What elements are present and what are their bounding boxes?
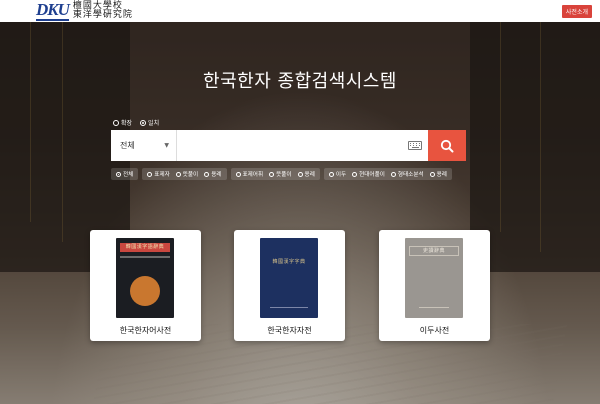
filter-label: 표제자 (154, 172, 170, 178)
search-icon (440, 139, 454, 152)
search-type-exact[interactable]: 일치 (140, 118, 159, 127)
dictionary-card-hanja-char[interactable]: 韓國漢字字典 한국한자자전 (234, 230, 345, 341)
filter-option[interactable]: 전체 (116, 170, 133, 178)
filter-option[interactable]: 용례 (429, 170, 447, 178)
search-input[interactable] (177, 130, 402, 161)
cover-seal-graphic (130, 276, 160, 306)
dictionary-card-label: 한국한자자전 (267, 326, 312, 335)
dku-logo-mark: DKU (36, 0, 70, 21)
radio-icon (204, 171, 210, 177)
radio-icon (113, 119, 119, 126)
filter-label: 표제어휘 (242, 172, 264, 178)
filter-label: 뜻풀이 (276, 172, 292, 178)
radio-icon (147, 171, 153, 177)
institute-logo[interactable]: DKU 檀國大學校 東洋學硏究院 (36, 1, 133, 21)
filter-label: 전체 (123, 172, 134, 178)
radio-selected-icon (116, 171, 121, 177)
filter-label: 형태소분석 (397, 172, 424, 178)
filter-option[interactable]: 표제어휘 (235, 170, 264, 178)
filter-option[interactable]: 뜻풀이 (175, 170, 199, 178)
dictionary-card-hanja-word[interactable]: 韓國漢字語辭典 한국한자어사전 (90, 230, 201, 341)
filter-option[interactable]: 표제자 (147, 170, 170, 178)
book-cover-image: 吏讀辭典 (405, 238, 463, 318)
page-title: 한국한자 종합검색시스템 (203, 71, 397, 92)
filter-label: 용례 (211, 172, 222, 178)
search-type-expand[interactable]: 확장 (113, 118, 132, 127)
dictionary-card-label: 이두사전 (419, 326, 450, 335)
dictionary-intro-button[interactable]: 사전소개 (561, 4, 592, 18)
filter-option[interactable]: 용례 (297, 170, 315, 178)
filter-option[interactable]: 뜻풀이 (269, 170, 292, 178)
filter-label: 이두 (335, 172, 347, 178)
institute-name-line2: 東洋學硏究院 (72, 10, 133, 20)
search-type-options: 확장 일치 (113, 118, 159, 127)
filter-group-hanja-char: 표제어휘 뜻풀이 용례 (230, 168, 320, 180)
dictionary-card-label: 한국한자어사전 (119, 326, 172, 335)
cover-rule (419, 307, 449, 308)
cover-rule (270, 307, 308, 308)
filter-group-hanja-word: 표제자 뜻풀이 용례 (142, 168, 227, 180)
filter-label: 용례 (304, 172, 315, 178)
virtual-keyboard-button[interactable] (402, 130, 428, 161)
radio-icon (235, 171, 241, 177)
book-cover-title: 韓國漢字字典 (272, 259, 306, 265)
cover-band (120, 256, 170, 258)
filter-label: 용례 (436, 172, 447, 178)
filter-label: 뜻풀이 (182, 172, 199, 178)
keyboard-icon (408, 141, 422, 150)
book-cover-image: 韓國漢字語辭典 (116, 238, 174, 318)
dictionary-card-idu[interactable]: 吏讀辭典 이두사전 (379, 230, 490, 341)
radio-icon (269, 171, 275, 177)
radio-icon (175, 171, 181, 177)
book-cover-title: 吏讀辭典 (409, 246, 459, 256)
book-cover-image: 韓國漢字字典 (260, 238, 318, 318)
filter-option[interactable]: 현대어풀이 (352, 170, 385, 178)
search-scope-select[interactable]: 전체 ▼ (111, 130, 177, 161)
filter-option[interactable]: 이두 (328, 170, 347, 178)
search-type-expand-label: 확장 (121, 120, 133, 127)
institute-name: 檀國大學校 東洋學硏究院 (73, 2, 133, 20)
search-button[interactable] (428, 130, 466, 161)
filter-group-idu: 이두 현대어풀이 형태소분석 용례 (323, 168, 452, 180)
search-scope-value: 전체 (120, 141, 135, 150)
radio-icon (328, 171, 334, 177)
radio-icon (429, 171, 435, 177)
filter-option[interactable]: 형태소분석 (390, 170, 424, 178)
book-cover-title: 韓國漢字語辭典 (120, 243, 170, 252)
filter-label: 현대어풀이 (359, 172, 385, 178)
filter-group-all: 전체 (111, 168, 139, 180)
search-field-filters: 전체 표제자 뜻풀이 용례 표제어휘 뜻풀이 용례 이두 현대어풀이 형태소분석… (111, 168, 452, 180)
search-bar: 전체 ▼ (111, 130, 466, 161)
filter-option[interactable]: 용례 (204, 170, 222, 178)
radio-icon (297, 171, 303, 177)
radio-selected-icon (140, 119, 147, 126)
search-type-exact-label: 일치 (148, 120, 160, 127)
chevron-down-icon: ▼ (164, 142, 169, 149)
radio-icon (352, 171, 358, 177)
radio-icon (390, 171, 396, 177)
top-header: DKU 檀國大學校 東洋學硏究院 사전소개 (0, 0, 600, 22)
